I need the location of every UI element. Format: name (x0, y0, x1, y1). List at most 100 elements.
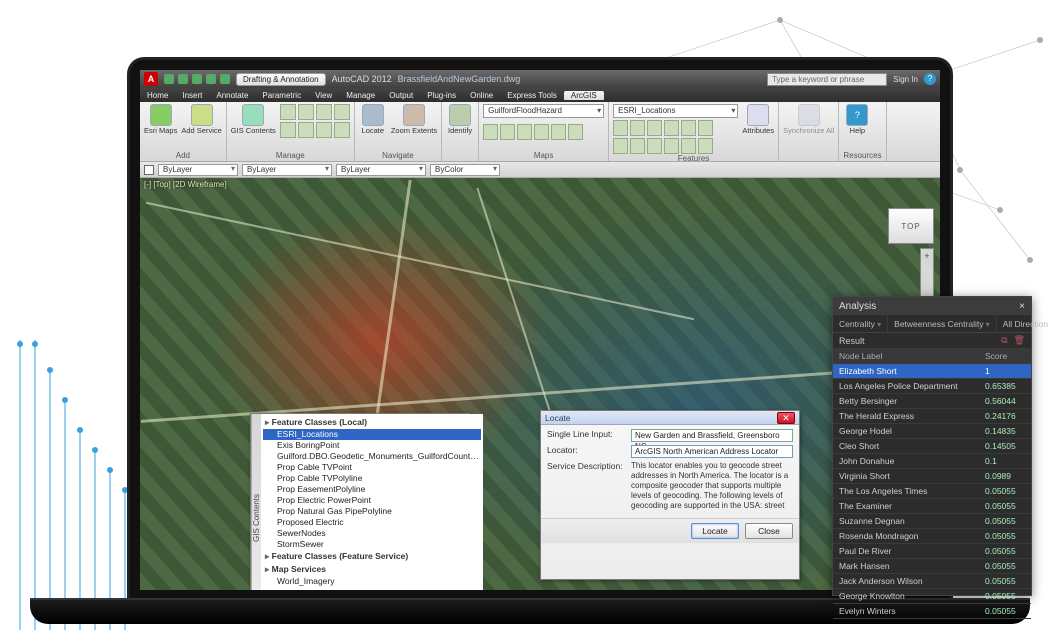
app-logo[interactable]: A (144, 72, 158, 86)
copy-icon[interactable]: ⧉ (1001, 335, 1007, 346)
analysis-subtitle: Result (839, 336, 865, 346)
synchronize-button[interactable]: Synchronize All (783, 104, 834, 135)
tree-item[interactable]: SewerNodes (263, 528, 481, 539)
tree-group-mapservices[interactable]: Map Services (263, 563, 481, 576)
close-icon[interactable]: ✕ (777, 412, 795, 424)
analysis-row[interactable]: George Knowlton0.05055 (833, 589, 1031, 604)
zoom-extents-button[interactable]: Zoom Extents (391, 104, 437, 135)
tree-item[interactable]: Exis BoringPoint (263, 440, 481, 451)
tab-insert[interactable]: Insert (175, 91, 209, 100)
analysis-row[interactable]: Rosenda Mondragon0.05055 (833, 529, 1031, 544)
locator-dropdown[interactable]: ArcGIS North American Address Locator (631, 445, 793, 458)
analysis-tab-centrality[interactable]: Centrality (833, 315, 888, 332)
locate-dialog[interactable]: Locate ✕ Single Line Input: New Garden a… (540, 410, 800, 580)
tree-item[interactable]: World_Imagery (263, 576, 481, 587)
gis-contents-panel[interactable]: GIS Contents Feature Classes (Local) ESR… (250, 413, 470, 590)
locate-button[interactable]: Locate (359, 104, 387, 135)
gis-contents-tree[interactable]: Feature Classes (Local) ESRI_Locations E… (261, 414, 483, 590)
view-cube[interactable]: TOP (888, 208, 934, 244)
lineweight-dropdown[interactable]: ByLayer (242, 164, 332, 176)
analysis-tab-directions[interactable]: All Directions (997, 315, 1048, 332)
help-button[interactable]: ?Help (843, 104, 871, 135)
maps-dropdown[interactable]: GuilfordFloodHazard (483, 104, 604, 118)
color-dropdown[interactable]: ByColor (430, 164, 500, 176)
analysis-row[interactable]: The Herald Express0.24176 (833, 409, 1031, 424)
locate-action-button[interactable]: Locate (691, 523, 739, 539)
search-input[interactable]: Type a keyword or phrase (767, 73, 887, 86)
esri-maps-button[interactable]: Esri Maps (144, 104, 177, 135)
drawing-canvas[interactable]: [-] [Top] [2D Wireframe] TOP + ⌂ − GIS C… (140, 178, 940, 590)
analysis-row[interactable]: Mark Hansen0.05055 (833, 559, 1031, 574)
workspace-selector[interactable]: Drafting & Annotation (236, 73, 326, 86)
analysis-panel[interactable]: Analysis × Centrality Betweenness Centra… (832, 296, 1032, 596)
identify-button[interactable]: Identify (446, 104, 474, 135)
analysis-tab-betweenness[interactable]: Betweenness Centrality (888, 315, 997, 332)
analysis-row[interactable]: The Examiner0.05055 (833, 499, 1031, 514)
tab-view[interactable]: View (308, 91, 339, 100)
analysis-row[interactable]: George Hodel0.14835 (833, 424, 1031, 439)
document-title: BrassfieldAndNewGarden.dwg (398, 74, 521, 84)
tree-item[interactable]: Prop Electric PowerPoint (263, 495, 481, 506)
ribbon-group-manage: Manage (231, 151, 350, 161)
close-button[interactable]: Close (745, 523, 793, 539)
tab-home[interactable]: Home (140, 91, 175, 100)
attributes-button[interactable]: Attributes (742, 104, 774, 135)
linetype-dropdown[interactable]: ByLayer (336, 164, 426, 176)
analysis-title: Analysis (839, 301, 876, 312)
tab-expresstools[interactable]: Express Tools (500, 91, 564, 100)
locator-label: Locator: (547, 445, 625, 455)
analysis-row[interactable]: Jack Anderson Wilson0.05055 (833, 574, 1031, 589)
locate-dialog-title: Locate (545, 411, 571, 425)
analysis-row[interactable]: Evelyn Winters0.05055 (833, 604, 1031, 619)
analysis-row[interactable]: John Donahue0.1 (833, 454, 1031, 469)
tab-online[interactable]: Online (463, 91, 500, 100)
analysis-row[interactable]: Suzanne Degnan0.05055 (833, 514, 1031, 529)
tab-arcgis[interactable]: ArcGIS (564, 91, 604, 100)
map-tools[interactable] (483, 124, 604, 140)
tree-group-local[interactable]: Feature Classes (Local) (263, 416, 481, 429)
analysis-row[interactable]: Paul De River0.05055 (833, 544, 1031, 559)
input-label: Single Line Input: (547, 429, 625, 439)
tree-item[interactable]: Prop EasementPolyline (263, 484, 481, 495)
feature-tools[interactable] (613, 120, 738, 154)
help-icon[interactable]: ? (924, 73, 936, 85)
service-description: This locator enables you to geocode stre… (631, 461, 793, 511)
tree-group-service[interactable]: Feature Classes (Feature Service) (263, 550, 481, 563)
ribbon-group-navigate: Navigate (359, 151, 437, 161)
analysis-row[interactable]: Virginia Short0.0989 (833, 469, 1031, 484)
viewport-label[interactable]: [-] [Top] [2D Wireframe] (144, 180, 227, 189)
manage-tools[interactable] (280, 104, 350, 138)
tab-output[interactable]: Output (382, 91, 420, 100)
layer-color-swatch[interactable] (144, 165, 154, 175)
tree-item[interactable]: Proposed Electric (263, 517, 481, 528)
gis-contents-button[interactable]: GIS Contents (231, 104, 276, 135)
delete-icon[interactable]: 🗑 (1014, 335, 1025, 346)
ribbon-group-maps: Maps (483, 151, 604, 161)
tab-parametric[interactable]: Parametric (255, 91, 308, 100)
features-dropdown[interactable]: ESRI_Locations (613, 104, 738, 118)
quick-access-toolbar[interactable] (164, 74, 230, 84)
tab-manage[interactable]: Manage (339, 91, 382, 100)
close-icon[interactable]: × (1019, 301, 1025, 312)
tree-item[interactable]: Guilford.DBO.Geodetic_Monuments_Guilford… (263, 451, 481, 462)
tree-item[interactable]: StormSewer (263, 539, 481, 550)
tree-item[interactable]: ESRI_Locations (263, 429, 481, 440)
analysis-row[interactable]: Cleo Short0.14505 (833, 439, 1031, 454)
tree-item[interactable]: Prop Natural Gas PipePolyline (263, 506, 481, 517)
layer-dropdown[interactable]: ByLayer (158, 164, 238, 176)
analysis-row[interactable]: Los Angeles Police Department0.65385 (833, 379, 1031, 394)
analysis-table-header: Node Label Score (833, 349, 1031, 364)
gis-contents-tab[interactable]: GIS Contents (251, 414, 261, 590)
zoom-in-icon[interactable]: + (924, 251, 929, 261)
properties-bar: ByLayer ByLayer ByLayer ByColor (140, 162, 940, 178)
add-service-button[interactable]: Add Service (181, 104, 221, 135)
tree-item[interactable]: Prop Cable TVPoint (263, 462, 481, 473)
tab-annotate[interactable]: Annotate (209, 91, 255, 100)
single-line-input[interactable]: New Garden and Brassfield, Greensboro NC (631, 429, 793, 442)
tree-item[interactable]: Prop Cable TVPolyline (263, 473, 481, 484)
tab-plugins[interactable]: Plug-ins (420, 91, 463, 100)
analysis-row[interactable]: Betty Bersinger0.56044 (833, 394, 1031, 409)
signin-link[interactable]: Sign In (893, 75, 918, 84)
analysis-row[interactable]: Elizabeth Short1 (833, 364, 1031, 379)
analysis-row[interactable]: The Los Angeles Times0.05055 (833, 484, 1031, 499)
